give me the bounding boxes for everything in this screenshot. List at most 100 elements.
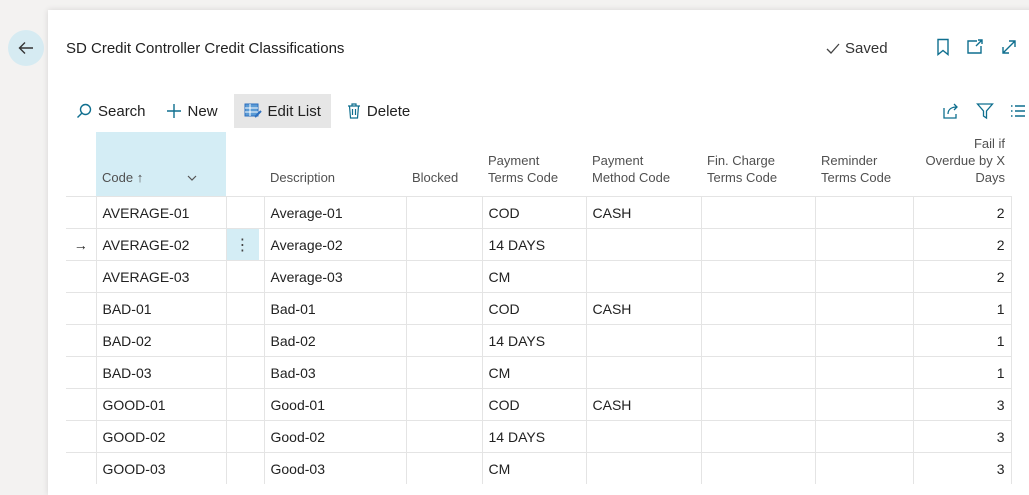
cell-reminder-terms-code[interactable] <box>815 452 914 484</box>
cell-code[interactable]: BAD-03 <box>95 356 227 389</box>
column-header-reminder[interactable]: Reminder Terms Code <box>815 132 913 197</box>
cell-description[interactable]: Good-03 <box>264 452 407 484</box>
chevron-down-icon[interactable] <box>187 169 197 186</box>
cell-reminder-terms-code[interactable] <box>815 228 914 261</box>
cell-payment-terms-code[interactable]: CM <box>482 356 587 389</box>
column-header-payment-method[interactable]: Payment Method Code <box>586 132 701 197</box>
cell-code[interactable]: GOOD-01 <box>95 388 227 421</box>
list-view-icon[interactable] <box>1010 103 1026 119</box>
cell-payment-method-code[interactable]: CASH <box>586 388 702 421</box>
cell-reminder-terms-code[interactable] <box>815 196 914 229</box>
column-header-fin-charge[interactable]: Fin. Charge Terms Code <box>701 132 815 197</box>
table-row[interactable]: AVERAGE-01 Average-01 COD CASH 2 <box>66 196 1012 229</box>
cell-fail-overdue-days[interactable]: 3 <box>913 388 1012 421</box>
cell-payment-terms-code[interactable]: COD <box>482 196 587 229</box>
cell-payment-method-code[interactable] <box>586 420 702 453</box>
cell-reminder-terms-code[interactable] <box>815 324 914 357</box>
cell-payment-method-code[interactable] <box>586 228 702 261</box>
cell-code[interactable]: GOOD-03 <box>95 452 227 484</box>
cell-blocked[interactable] <box>406 452 483 484</box>
table-row[interactable]: GOOD-01 Good-01 COD CASH 3 <box>66 388 1012 421</box>
share-icon[interactable] <box>942 102 960 120</box>
cell-reminder-terms-code[interactable] <box>815 388 914 421</box>
row-actions-menu-button[interactable]: ⋮ <box>226 229 259 260</box>
table-row[interactable]: GOOD-03 Good-03 CM 3 <box>66 452 1012 484</box>
cell-description[interactable]: Average-02 <box>264 228 407 261</box>
cell-fail-overdue-days[interactable]: 3 <box>913 420 1012 453</box>
cell-description[interactable]: Bad-02 <box>264 324 407 357</box>
column-header-code[interactable]: Code ↑ <box>96 132 226 197</box>
cell-payment-method-code[interactable]: CASH <box>586 292 702 325</box>
cell-reminder-terms-code[interactable] <box>815 356 914 389</box>
cell-blocked[interactable] <box>406 324 483 357</box>
cell-description[interactable]: Good-02 <box>264 420 407 453</box>
cell-payment-method-code[interactable] <box>586 324 702 357</box>
back-button[interactable] <box>8 30 44 66</box>
cell-payment-terms-code[interactable]: CM <box>482 260 587 293</box>
cell-fail-overdue-days[interactable]: 1 <box>913 324 1012 357</box>
cell-blocked[interactable] <box>406 388 483 421</box>
cell-description[interactable]: Average-01 <box>264 196 407 229</box>
delete-button[interactable]: Delete <box>337 94 420 128</box>
cell-fin-charge-terms-code[interactable] <box>701 420 816 453</box>
cell-blocked[interactable] <box>406 420 483 453</box>
filter-icon[interactable] <box>976 102 994 120</box>
cell-payment-terms-code[interactable]: CM <box>482 452 587 484</box>
cell-fin-charge-terms-code[interactable] <box>701 324 816 357</box>
cell-fail-overdue-days[interactable]: 2 <box>913 228 1012 261</box>
cell-fail-overdue-days[interactable]: 2 <box>913 260 1012 293</box>
cell-reminder-terms-code[interactable] <box>815 292 914 325</box>
cell-fail-overdue-days[interactable]: 3 <box>913 452 1012 484</box>
cell-payment-method-code[interactable] <box>586 356 702 389</box>
cell-fin-charge-terms-code[interactable] <box>701 356 816 389</box>
cell-payment-terms-code[interactable]: 14 DAYS <box>482 228 587 261</box>
cell-description[interactable]: Average-03 <box>264 260 407 293</box>
cell-blocked[interactable] <box>406 196 483 229</box>
cell-payment-method-code[interactable]: CASH <box>586 196 702 229</box>
new-button[interactable]: New <box>156 94 228 128</box>
search-button[interactable]: Search <box>66 94 156 128</box>
cell-code[interactable]: BAD-02 <box>95 324 227 357</box>
table-row[interactable]: BAD-03 Bad-03 CM 1 <box>66 356 1012 389</box>
cell-fin-charge-terms-code[interactable] <box>701 260 816 293</box>
cell-fin-charge-terms-code[interactable] <box>701 228 816 261</box>
cell-blocked[interactable] <box>406 292 483 325</box>
cell-fin-charge-terms-code[interactable] <box>701 388 816 421</box>
cell-description[interactable]: Bad-03 <box>264 356 407 389</box>
cell-description[interactable]: Good-01 <box>264 388 407 421</box>
cell-fin-charge-terms-code[interactable] <box>701 196 816 229</box>
cell-fin-charge-terms-code[interactable] <box>701 452 816 484</box>
cell-payment-terms-code[interactable]: COD <box>482 292 587 325</box>
cell-code[interactable]: AVERAGE-01 <box>95 196 227 229</box>
table-row[interactable]: BAD-02 Bad-02 14 DAYS 1 <box>66 324 1012 357</box>
cell-description[interactable]: Bad-01 <box>264 292 407 325</box>
cell-reminder-terms-code[interactable] <box>815 420 914 453</box>
cell-blocked[interactable] <box>406 356 483 389</box>
column-header-fail-days[interactable]: Fail if Overdue by X Days <box>913 132 1011 197</box>
table-row[interactable]: AVERAGE-03 Average-03 CM 2 <box>66 260 1012 293</box>
cell-fail-overdue-days[interactable]: 1 <box>913 356 1012 389</box>
cell-fin-charge-terms-code[interactable] <box>701 292 816 325</box>
table-row[interactable]: BAD-01 Bad-01 COD CASH 1 <box>66 292 1012 325</box>
cell-code[interactable]: AVERAGE-03 <box>95 260 227 293</box>
bookmark-icon[interactable] <box>936 38 950 56</box>
cell-fail-overdue-days[interactable]: 1 <box>913 292 1012 325</box>
cell-code[interactable]: AVERAGE-02 <box>95 228 227 261</box>
table-row[interactable]: GOOD-02 Good-02 14 DAYS 3 <box>66 420 1012 453</box>
cell-payment-method-code[interactable] <box>586 260 702 293</box>
cell-payment-terms-code[interactable]: 14 DAYS <box>482 420 587 453</box>
column-header-payment-terms[interactable]: Payment Terms Code <box>482 132 586 197</box>
cell-reminder-terms-code[interactable] <box>815 260 914 293</box>
cell-payment-method-code[interactable] <box>586 452 702 484</box>
column-header-description[interactable]: Description <box>264 132 406 197</box>
cell-payment-terms-code[interactable]: COD <box>482 388 587 421</box>
edit-list-button[interactable]: Edit List <box>233 94 331 128</box>
cell-fail-overdue-days[interactable]: 2 <box>913 196 1012 229</box>
expand-icon[interactable] <box>1000 38 1018 56</box>
column-header-blocked[interactable]: Blocked <box>406 132 482 197</box>
open-in-new-window-icon[interactable] <box>966 38 984 56</box>
cell-code[interactable]: BAD-01 <box>95 292 227 325</box>
table-row[interactable]: → AVERAGE-02 ⋮ Average-02 14 DAYS 2 <box>66 228 1012 261</box>
cell-blocked[interactable] <box>406 260 483 293</box>
cell-code[interactable]: GOOD-02 <box>95 420 227 453</box>
